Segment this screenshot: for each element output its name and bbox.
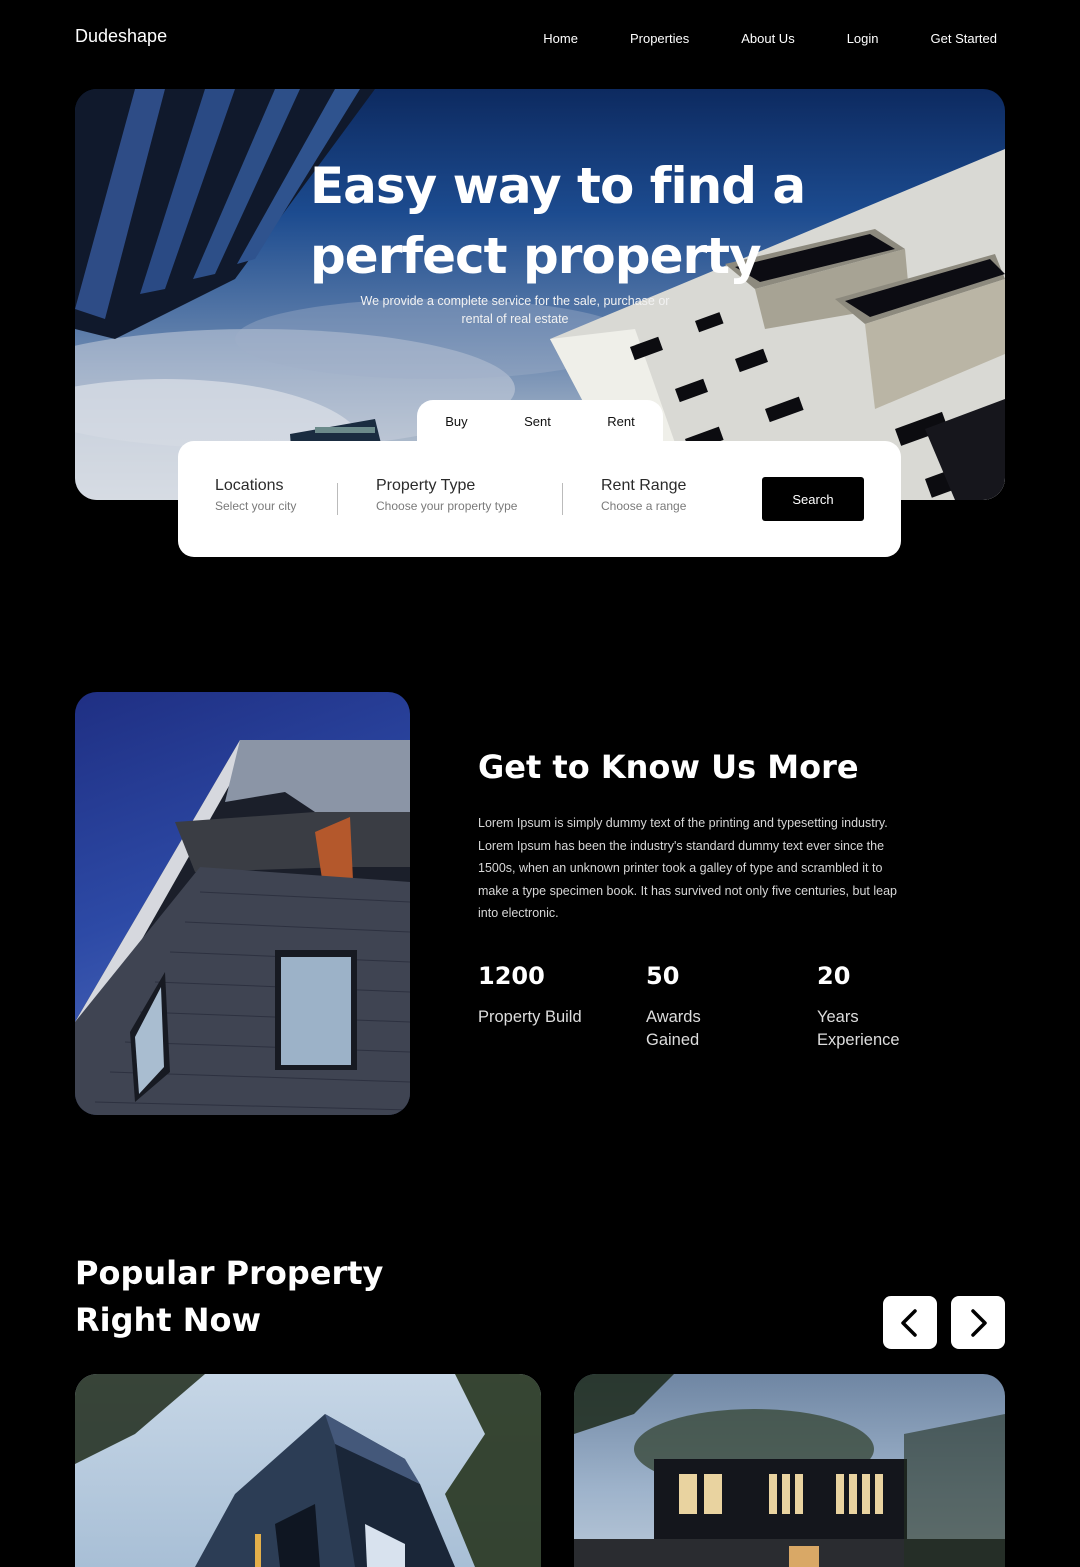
nav-about-link[interactable]: About Us: [741, 31, 794, 46]
stat-property-build: 1200 Property Build: [478, 962, 588, 1029]
property-type-label: Property Type: [376, 477, 476, 494]
rent-range-label: Rent Range: [601, 477, 687, 494]
stat-label: Property Build: [478, 1008, 582, 1026]
brand-logo[interactable]: Dudeshape: [75, 26, 167, 47]
about-description: Lorem Ipsum is simply dummy text of the …: [478, 816, 897, 920]
about-title: Get to Know Us More: [478, 748, 859, 786]
popular-section-title: Popular Property Right Now: [75, 1254, 384, 1339]
nav-menu: Home Properties About Us Login Get Start…: [491, 31, 997, 46]
stat-value: 50: [646, 962, 680, 990]
carousel-next-button[interactable]: [951, 1296, 1005, 1349]
property-search-panel: Locations Select your city Property Type…: [178, 441, 901, 557]
hero-subtitle: We provide a complete service for the sa…: [360, 294, 670, 326]
top-navigation: Dudeshape Home Properties About Us Login…: [0, 0, 1080, 80]
stat-value: 20: [817, 962, 851, 990]
nav-properties-link[interactable]: Properties: [630, 31, 689, 46]
rent-range-field[interactable]: Rent Range Choose a range: [601, 477, 686, 513]
chevron-left-icon: [901, 1309, 917, 1337]
nav-home-link[interactable]: Home: [543, 31, 578, 46]
divider: [337, 483, 338, 515]
property-card[interactable]: [75, 1374, 541, 1567]
about-building-image: [75, 692, 410, 1115]
locations-hint: Select your city: [215, 499, 297, 513]
chevron-right-icon: [971, 1309, 987, 1337]
carousel-prev-button[interactable]: [883, 1296, 937, 1349]
stat-label: Awards Gained: [646, 1008, 701, 1049]
locations-field[interactable]: Locations Select your city: [215, 477, 296, 513]
property-card[interactable]: [574, 1374, 1005, 1567]
stat-label: Years Experience: [817, 1008, 900, 1049]
search-button[interactable]: Search: [762, 477, 864, 521]
nav-login-link[interactable]: Login: [847, 31, 879, 46]
divider: [562, 483, 563, 515]
nav-get-started-link[interactable]: Get Started: [931, 31, 997, 46]
property-image: [75, 1374, 541, 1567]
stat-years-experience: 20 Years Experience: [817, 962, 927, 1052]
property-type-field[interactable]: Property Type Choose your property type: [376, 477, 517, 513]
hero-title: Easy way to find a perfect property: [310, 157, 806, 285]
rent-range-hint: Choose a range: [601, 499, 687, 513]
locations-label: Locations: [215, 477, 284, 494]
stat-awards-gained: 50 Awards Gained: [646, 962, 756, 1052]
property-image: [574, 1374, 1005, 1567]
stat-value: 1200: [478, 962, 545, 990]
property-type-hint: Choose your property type: [376, 499, 518, 513]
